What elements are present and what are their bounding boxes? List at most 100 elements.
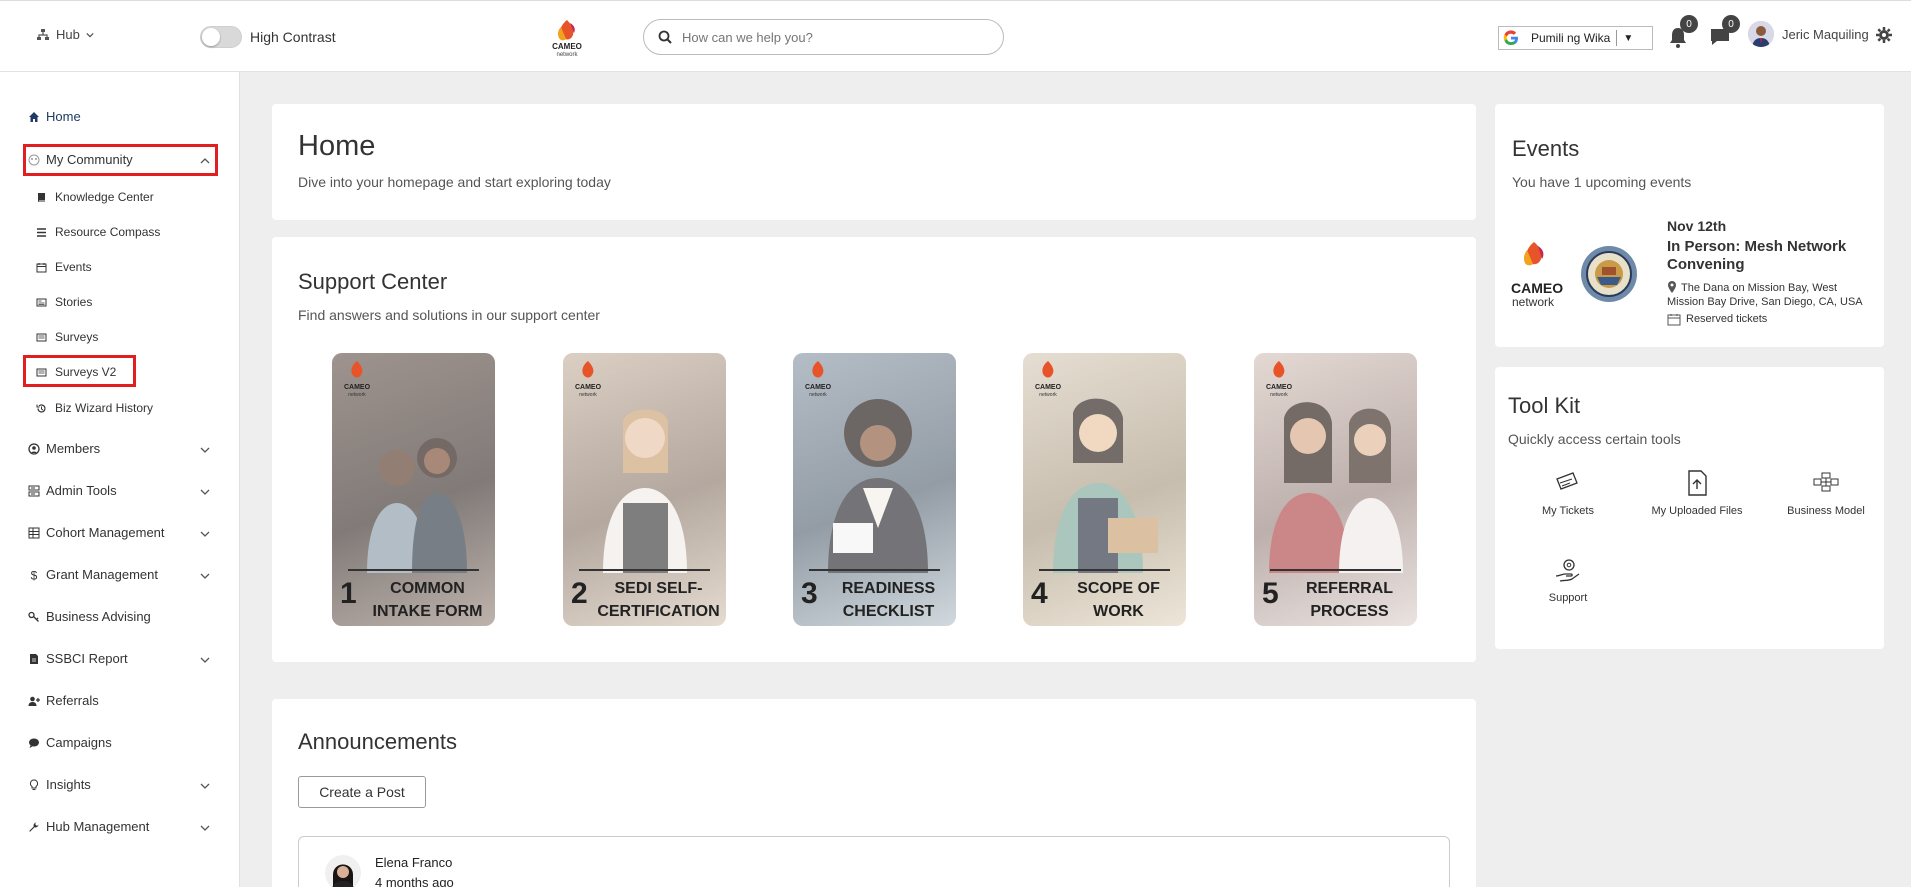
city-seal-icon xyxy=(1581,246,1637,302)
user-plus-icon xyxy=(28,696,40,706)
sidebar-item-grant-management[interactable]: $ Grant Management xyxy=(28,567,158,582)
sidebar-item-surveys[interactable]: Surveys xyxy=(36,330,98,344)
support-tile-sedi[interactable]: CAMEO network 2 SEDI SELF-CERTIFICATION xyxy=(563,353,726,626)
chevron-down-icon[interactable] xyxy=(200,487,210,497)
sidebar-item-knowledge-center[interactable]: Knowledge Center xyxy=(36,190,154,204)
notifications-button[interactable]: 0 xyxy=(1666,15,1698,49)
sidebar-item-admin-tools[interactable]: Admin Tools xyxy=(28,483,117,498)
table-icon xyxy=(28,527,40,538)
sidebar-item-label: Biz Wizard History xyxy=(55,401,154,415)
svg-text:network: network xyxy=(1039,392,1057,398)
support-tile-readiness[interactable]: CAMEO network 3 READINESS CHECKLIST xyxy=(793,353,956,626)
event-tickets: Reserved tickets xyxy=(1686,313,1768,325)
sidebar-item-label: Business Advising xyxy=(46,609,151,624)
sidebar-item-members[interactable]: Members xyxy=(28,441,100,456)
comment-icon xyxy=(29,738,39,748)
cameo-logo[interactable]: CAMEO network xyxy=(548,17,586,59)
upload-file-icon xyxy=(1688,470,1707,496)
cameo-logo: CAMEOnetwork xyxy=(1035,361,1062,398)
sidebar-item-events[interactable]: Events xyxy=(36,260,92,274)
sidebar-item-cohort-management[interactable]: Cohort Management xyxy=(28,525,165,540)
chevron-down-icon[interactable] xyxy=(200,823,210,833)
tile-divider xyxy=(1039,569,1170,571)
tool-label: My Uploaded Files xyxy=(1651,505,1743,517)
tool-my-uploaded-files[interactable]: My Uploaded Files xyxy=(1637,469,1757,517)
sidebar-item-resource-compass[interactable]: Resource Compass xyxy=(36,225,160,239)
sidebar-item-biz-wizard-history[interactable]: Biz Wizard History xyxy=(36,401,153,415)
sidebar-item-surveys-v2[interactable]: Surveys V2 xyxy=(36,365,116,379)
sidebar-item-label: Knowledge Center xyxy=(55,190,154,204)
sidebar-item-insights[interactable]: Insights xyxy=(28,777,91,792)
home-icon xyxy=(29,111,39,122)
sidebar-item-business-advising[interactable]: Business Advising xyxy=(28,609,151,624)
list-icon xyxy=(37,227,46,237)
sidebar-item-my-community[interactable]: My Community xyxy=(28,152,133,167)
event-logo-subtext: network xyxy=(1512,295,1555,309)
support-tile-scope[interactable]: CAMEO network 4 SCOPE OF WORK xyxy=(1023,353,1186,626)
chevron-down-icon[interactable] xyxy=(200,529,210,539)
chevron-down-icon[interactable] xyxy=(200,781,210,791)
tile-divider xyxy=(809,569,940,571)
tool-label: Business Model xyxy=(1787,505,1865,517)
announcements-card: Announcements Create a Post Elena Franco… xyxy=(272,699,1476,887)
sidebar-item-label: Admin Tools xyxy=(46,483,117,498)
svg-text:network: network xyxy=(348,392,366,398)
tile-divider xyxy=(579,569,710,571)
sidebar-item-label: Stories xyxy=(55,295,93,309)
user-circle-icon xyxy=(28,442,40,455)
post-time: 4 months ago xyxy=(375,875,454,887)
chevron-down-icon xyxy=(86,32,94,37)
events-subtitle: You have 1 upcoming events xyxy=(1512,174,1692,190)
google-icon xyxy=(1503,30,1518,46)
sidebar-item-ssbci-report[interactable]: SSBCI Report xyxy=(28,651,128,666)
high-contrast-control: High Contrast xyxy=(200,26,336,48)
sidebar-item-home[interactable]: Home xyxy=(28,109,81,124)
ticket-icon xyxy=(1556,472,1578,490)
language-selector[interactable]: Pumili ng Wika ▼ xyxy=(1498,26,1653,50)
chevron-down-icon[interactable] xyxy=(200,571,210,581)
newspaper-icon xyxy=(36,298,47,306)
sidebar-item-hub-management[interactable]: Hub Management xyxy=(28,819,149,834)
high-contrast-toggle[interactable] xyxy=(200,26,242,48)
search-icon xyxy=(658,30,672,44)
sidebar-item-label: Resource Compass xyxy=(55,225,161,239)
event-title[interactable]: In Person: Mesh Network Convening xyxy=(1667,238,1872,274)
support-tile-common-intake[interactable]: CAMEO network 1 COMMON INTAKE FORM xyxy=(332,353,495,626)
event-logo-text: CAMEO xyxy=(1511,280,1564,296)
sidebar-item-stories[interactable]: Stories xyxy=(36,295,92,309)
sidebar-item-campaigns[interactable]: Campaigns xyxy=(28,735,112,750)
sidebar-item-label: Insights xyxy=(46,777,91,792)
tool-support[interactable]: Support xyxy=(1508,556,1628,604)
tile-number: 1 xyxy=(340,577,357,610)
post-item[interactable]: Elena Franco 4 months ago xyxy=(298,836,1450,887)
gear-icon[interactable] xyxy=(1876,27,1892,43)
tool-my-tickets[interactable]: My Tickets xyxy=(1508,469,1628,517)
chevron-down-icon[interactable] xyxy=(200,445,210,455)
svg-text:CAMEO: CAMEO xyxy=(1035,384,1062,391)
sidebar-item-referrals[interactable]: Referrals xyxy=(28,693,99,708)
cameo-logo: CAMEOnetwork xyxy=(344,361,371,398)
page-title: Home xyxy=(298,130,376,162)
language-label: Pumili ng Wika xyxy=(1531,31,1611,45)
messages-button[interactable]: 0 xyxy=(1708,15,1740,49)
events-title: Events xyxy=(1512,136,1580,161)
community-icon xyxy=(28,154,40,165)
tile-number: 3 xyxy=(801,577,818,610)
chevron-up-icon[interactable] xyxy=(200,156,210,166)
high-contrast-label: High Contrast xyxy=(250,29,336,45)
chevron-down-icon[interactable] xyxy=(200,655,210,665)
server-icon xyxy=(28,485,40,496)
tool-business-model[interactable]: Business Model xyxy=(1766,469,1886,517)
lightbulb-icon xyxy=(29,778,39,790)
hub-menu[interactable]: Hub xyxy=(36,27,94,42)
user-menu[interactable]: Jeric Maquiling xyxy=(1748,21,1869,47)
avatar xyxy=(1748,21,1774,47)
sidebar-item-label: Events xyxy=(55,260,92,274)
file-icon xyxy=(30,653,38,664)
support-tile-referral[interactable]: CAMEO network 5 REFERRAL PROCESS xyxy=(1254,353,1417,626)
hand-gear-icon xyxy=(1555,559,1580,582)
search-input[interactable] xyxy=(682,29,982,45)
survey-icon xyxy=(36,368,47,376)
flowchart-icon xyxy=(1813,472,1839,492)
create-post-button[interactable]: Create a Post xyxy=(298,776,426,808)
